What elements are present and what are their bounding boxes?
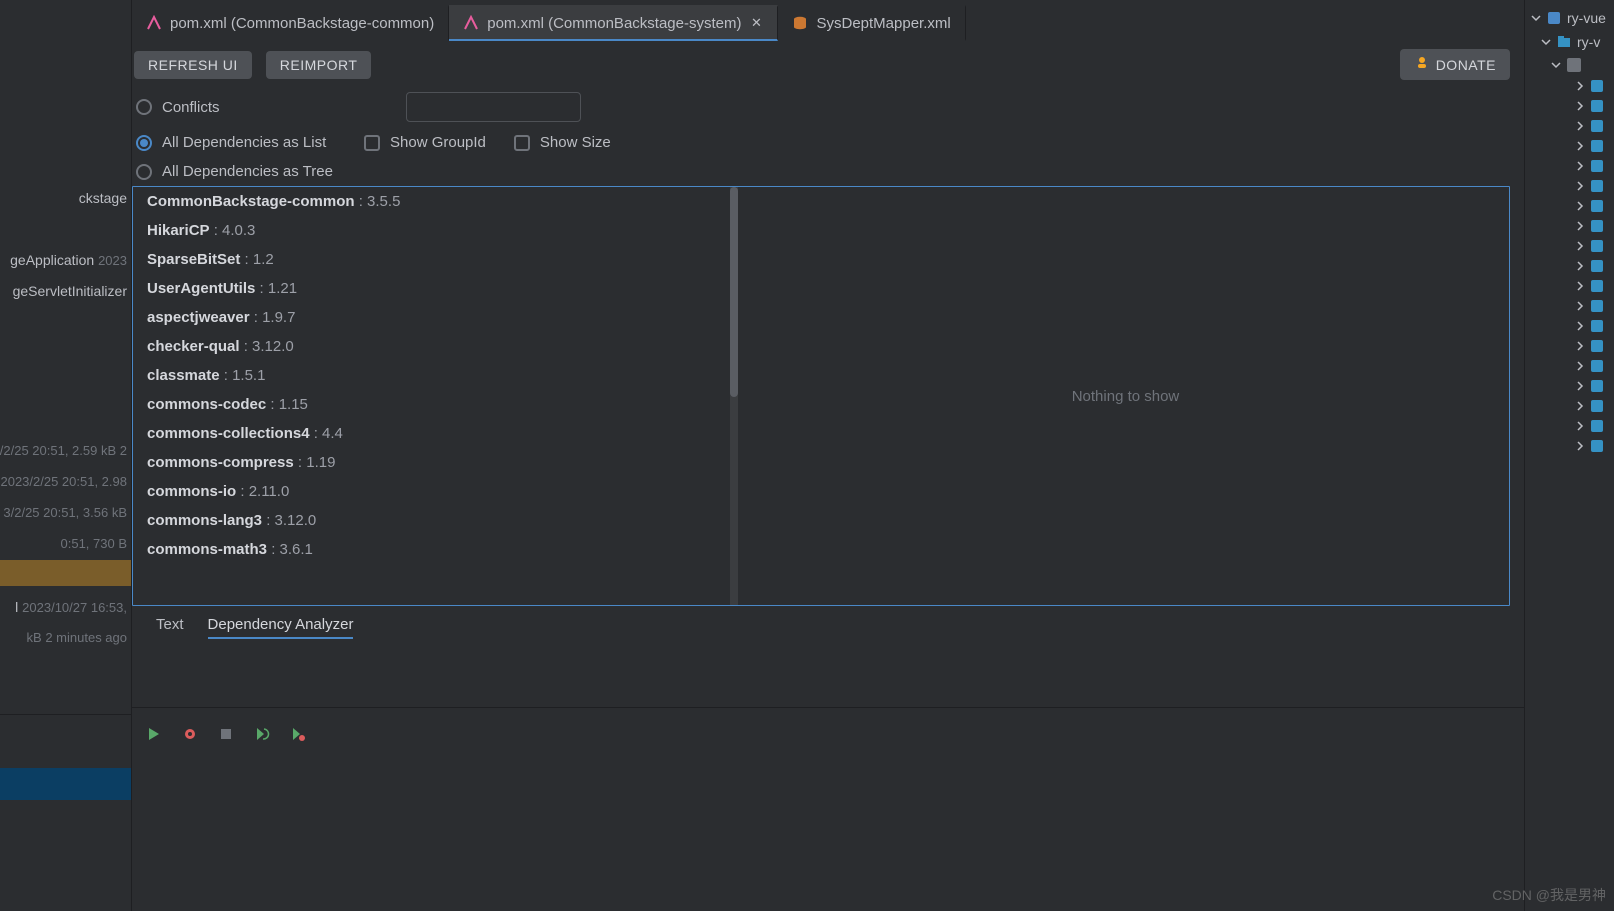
proj-meta: 0:51, 730 B	[61, 536, 128, 551]
radio-conflicts[interactable]: Conflicts	[136, 99, 220, 116]
tree-node[interactable]: ry-v	[1535, 30, 1614, 54]
dependency-row[interactable]: commons-lang3 : 3.12.0	[133, 506, 738, 535]
tree-leaf[interactable]	[1545, 116, 1614, 136]
tab-pom-common[interactable]: pom.xml (CommonBackstage-common)	[132, 5, 449, 41]
tab-label: pom.xml (CommonBackstage-system)	[487, 15, 741, 32]
dependency-detail: Nothing to show	[742, 187, 1509, 605]
maven-icon	[146, 15, 162, 31]
project-gutter: ckstage geApplication 2023 geServletInit…	[0, 0, 132, 911]
run-toolbar	[132, 707, 1524, 759]
rerun-debug-icon[interactable]	[290, 726, 306, 742]
tree-leaf[interactable]	[1545, 176, 1614, 196]
analyzer-toolbar: REFRESH UI REIMPORT DONATE	[132, 41, 1524, 88]
tree-leaf[interactable]	[1545, 336, 1614, 356]
folder-icon	[1567, 58, 1581, 72]
editor-panel: pom.xml (CommonBackstage-common) pom.xml…	[132, 0, 1524, 911]
dependency-row[interactable]: commons-io : 2.11.0	[133, 477, 738, 506]
proj-running-row[interactable]	[0, 768, 131, 800]
editor-tabs: pom.xml (CommonBackstage-common) pom.xml…	[132, 5, 1524, 41]
tree-leaf[interactable]	[1545, 316, 1614, 336]
proj-item[interactable]: geServletInitializer	[13, 283, 127, 299]
tree-leaf[interactable]	[1545, 436, 1614, 456]
tree-leaf[interactable]	[1545, 76, 1614, 96]
checkbox-icon	[364, 135, 380, 151]
tree-node[interactable]	[1545, 54, 1614, 76]
tree-leaf[interactable]	[1545, 256, 1614, 276]
dependency-split: CommonBackstage-common : 3.5.5HikariCP :…	[132, 186, 1510, 606]
view-controls: Conflicts All Dependencies as List Show …	[132, 88, 1524, 186]
dependency-row[interactable]: commons-collections4 : 4.4	[133, 419, 738, 448]
dependency-row[interactable]: HikariCP : 4.0.3	[133, 216, 738, 245]
tree-leaf[interactable]	[1545, 96, 1614, 116]
tab-label: pom.xml (CommonBackstage-common)	[170, 15, 434, 32]
tree-leaf[interactable]	[1545, 396, 1614, 416]
tree-leaf[interactable]	[1545, 356, 1614, 376]
proj-meta: /2/25 20:51, 2.59 kB 2	[0, 443, 127, 458]
dependency-list[interactable]: CommonBackstage-common : 3.5.5HikariCP :…	[133, 187, 738, 605]
proj-meta: 3/2/25 20:51, 3.56 kB	[3, 505, 127, 520]
radio-icon	[136, 99, 152, 115]
right-tool-window: ry-vue ry-v	[1524, 0, 1614, 911]
tab-dependency-analyzer[interactable]: Dependency Analyzer	[208, 612, 354, 639]
radio-icon	[136, 135, 152, 151]
dependency-row[interactable]: commons-compress : 1.19	[133, 448, 738, 477]
empty-label: Nothing to show	[1072, 388, 1180, 405]
dependency-row[interactable]: CommonBackstage-common : 3.5.5	[133, 187, 738, 216]
radio-all-list[interactable]: All Dependencies as List	[136, 134, 336, 151]
proj-item[interactable]: l 2023/10/27 16:53,	[15, 599, 127, 615]
proj-selected-row[interactable]	[0, 560, 131, 586]
tab-pom-system[interactable]: pom.xml (CommonBackstage-system) ✕	[449, 5, 778, 41]
dependency-row[interactable]: aspectjweaver : 1.9.7	[133, 303, 738, 332]
maven-icon	[463, 15, 479, 31]
tree-leaf[interactable]	[1545, 196, 1614, 216]
tree-leaf[interactable]	[1545, 136, 1614, 156]
tree-leaf[interactable]	[1545, 276, 1614, 296]
tree-leaf[interactable]	[1545, 376, 1614, 396]
proj-meta: 2023/2/25 20:51, 2.98	[0, 474, 127, 489]
donate-button[interactable]: DONATE	[1400, 49, 1510, 80]
tree-leaf[interactable]	[1545, 216, 1614, 236]
tab-mapper[interactable]: SysDeptMapper.xml	[778, 5, 965, 41]
proj-item[interactable]: ckstage	[79, 190, 127, 206]
close-icon[interactable]: ✕	[749, 16, 763, 30]
rerun-icon[interactable]	[254, 726, 270, 742]
stop-icon[interactable]	[218, 726, 234, 742]
dependency-row[interactable]: commons-math3 : 3.6.1	[133, 535, 738, 564]
reimport-button[interactable]: REIMPORT	[266, 51, 372, 79]
database-icon	[792, 15, 808, 31]
module-icon	[1557, 35, 1571, 49]
radio-all-tree[interactable]: All Dependencies as Tree	[136, 163, 333, 180]
dependency-row[interactable]: commons-codec : 1.15	[133, 390, 738, 419]
radio-icon	[136, 164, 152, 180]
chevron-down-icon	[1551, 60, 1561, 70]
scrollbar[interactable]	[730, 187, 738, 605]
search-input[interactable]	[406, 92, 581, 122]
dependency-row[interactable]: UserAgentUtils : 1.21	[133, 274, 738, 303]
chevron-down-icon	[1531, 13, 1541, 23]
run-icon[interactable]	[146, 726, 162, 742]
checkbox-show-size[interactable]: Show Size	[514, 134, 611, 151]
donate-icon	[1414, 55, 1430, 74]
chevron-down-icon	[1541, 37, 1551, 47]
project-icon	[1547, 11, 1561, 25]
tree-root[interactable]: ry-vue	[1525, 6, 1614, 30]
proj-item[interactable]: geApplication 2023	[10, 252, 127, 268]
tree-leaf[interactable]	[1545, 236, 1614, 256]
checkbox-icon	[514, 135, 530, 151]
dependency-row[interactable]: SparseBitSet : 1.2	[133, 245, 738, 274]
editor-sub-tabs: Text Dependency Analyzer	[132, 606, 1524, 645]
tab-text[interactable]: Text	[156, 612, 184, 639]
tree-leaf[interactable]	[1545, 296, 1614, 316]
tree-leaf[interactable]	[1545, 156, 1614, 176]
dependency-row[interactable]: checker-qual : 3.12.0	[133, 332, 738, 361]
checkbox-show-groupid[interactable]: Show GroupId	[364, 134, 486, 151]
refresh-ui-button[interactable]: REFRESH UI	[134, 51, 252, 79]
proj-meta: kB 2 minutes ago	[27, 630, 127, 645]
tab-label: SysDeptMapper.xml	[816, 15, 950, 32]
debug-icon[interactable]	[182, 726, 198, 742]
dependency-row[interactable]: classmate : 1.5.1	[133, 361, 738, 390]
tree-leaf[interactable]	[1545, 416, 1614, 436]
